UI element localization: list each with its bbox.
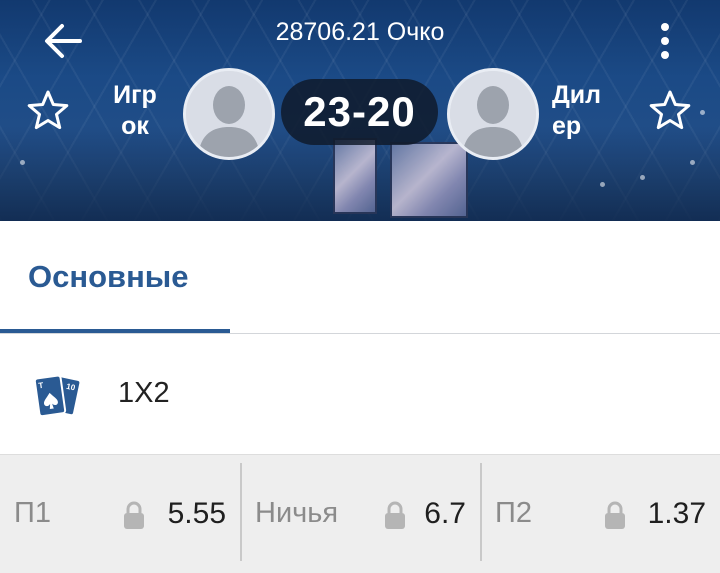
lock-icon	[385, 501, 405, 529]
stadium-light	[640, 175, 645, 180]
market-name: 1X2	[118, 377, 170, 409]
market-header[interactable]	[0, 334, 720, 454]
score-badge: 23-20	[281, 79, 438, 145]
user-avatar-icon	[183, 68, 275, 160]
star-outline-icon[interactable]	[647, 88, 693, 134]
tab-bar: Основные	[0, 221, 720, 334]
odds-value: 1.37	[647, 497, 706, 530]
stadium-light	[690, 160, 695, 165]
team-name-line: ок	[121, 112, 149, 140]
odds-row: П1 5.55 Ничья 6.7 П2 1.37	[0, 454, 720, 573]
match-title: 28706.21 Очко	[275, 18, 445, 46]
outcome-label: П2	[495, 497, 532, 529]
star-outline-icon[interactable]	[25, 88, 71, 134]
tab-label: Основные	[28, 259, 189, 294]
team-name-dealer: Дил ер	[552, 80, 622, 142]
odds-button-p1[interactable]: П1 5.55	[0, 455, 240, 573]
stadium-screen	[390, 142, 468, 218]
outcome-label: Ничья	[255, 497, 339, 529]
team-name-line: Игр	[113, 81, 157, 109]
back-arrow-icon[interactable]	[42, 20, 84, 62]
more-vertical-icon[interactable]	[653, 21, 677, 61]
team-name-line: Дил	[552, 81, 602, 109]
match-header: 28706.21 Очко Игр ок 23-20 Дил ер	[0, 0, 720, 221]
stadium-light	[600, 182, 605, 187]
odds-button-p2[interactable]: П2 1.37	[481, 455, 720, 573]
odds-value: 6.7	[424, 497, 466, 530]
stadium-light	[700, 110, 705, 115]
tab-main[interactable]: Основные	[0, 221, 230, 333]
team-name-player: Игр ок	[100, 80, 170, 142]
team-name-line: ер	[552, 112, 582, 140]
user-avatar-icon	[447, 68, 539, 160]
lock-icon	[605, 501, 625, 529]
playing-cards-icon: 10 T	[33, 374, 82, 418]
stadium-screen	[333, 138, 377, 214]
stadium-light	[20, 160, 25, 165]
odds-value: 5.55	[167, 497, 226, 530]
tab-active-indicator	[0, 329, 230, 333]
outcome-label: П1	[14, 497, 51, 529]
lock-icon	[124, 501, 144, 529]
odds-button-draw[interactable]: Ничья 6.7	[241, 455, 480, 573]
